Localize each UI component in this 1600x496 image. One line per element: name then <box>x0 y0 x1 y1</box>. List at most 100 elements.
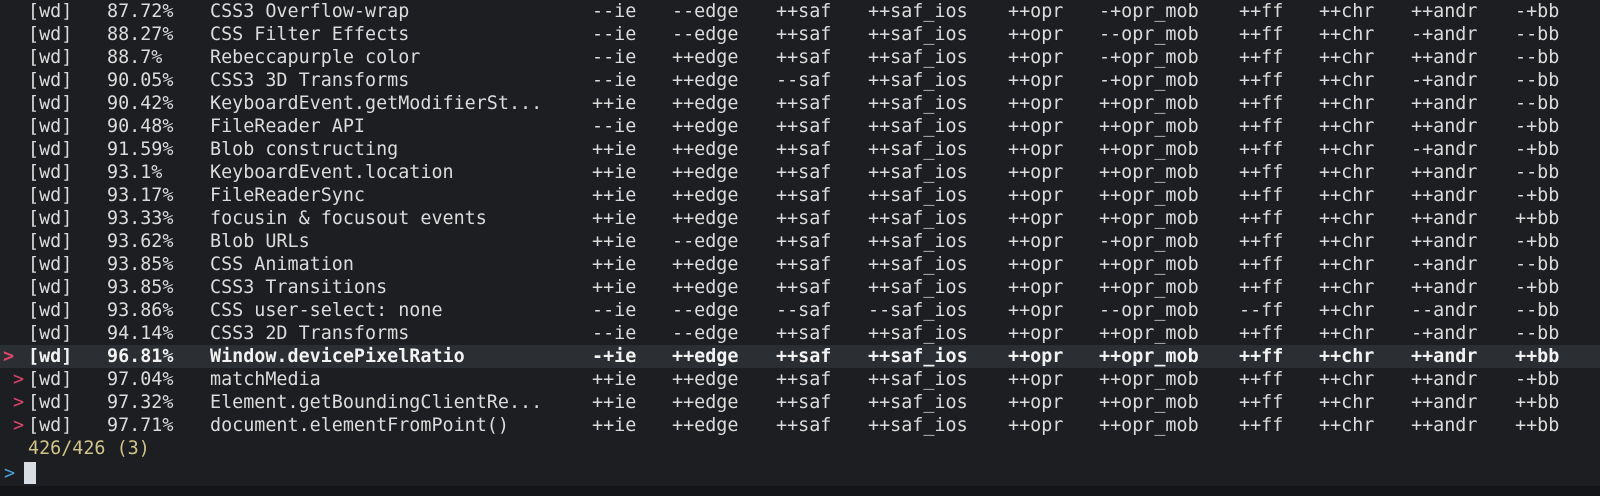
support-android: ++andr <box>1411 277 1478 298</box>
result-row[interactable]: [wd] 90.05% CSS3 3D Transforms --ie ++edge --… <box>0 69 1600 92</box>
support-firefox: ++ff <box>1239 392 1284 413</box>
result-row[interactable]: [wd] 87.72% CSS3 Overflow-wrap --ie --edge ++… <box>0 0 1600 23</box>
support-chrome: ++chr <box>1319 185 1375 206</box>
support-opera: ++opr <box>1008 116 1064 137</box>
support-safari-ios: ++saf_ios <box>868 116 968 137</box>
support-edge: ++edge <box>672 277 739 298</box>
support-opera-mobile: ++opr_mob <box>1099 346 1199 367</box>
result-row[interactable]: [wd] 88.27% CSS Filter Effects --ie --edge ++… <box>0 23 1600 46</box>
support-android: ++andr <box>1411 392 1478 413</box>
row-feature-name: CSS3 2D Transforms <box>210 323 410 344</box>
row-percent: 97.04% <box>107 369 174 390</box>
result-row[interactable]: [wd] 93.17% FileReaderSync ++ie ++edge ++saf +… <box>0 184 1600 207</box>
support-safari: ++saf <box>776 116 832 137</box>
row-percent: 93.1% <box>107 162 163 183</box>
support-opera-mobile: --opr_mob <box>1099 24 1199 45</box>
result-row[interactable]: [wd] 93.62% Blob URLs ++ie --edge ++saf ++saf_… <box>0 230 1600 253</box>
row-feature-name: focusin & focusout events <box>210 208 487 229</box>
support-chrome: ++chr <box>1319 162 1375 183</box>
support-opera-mobile: --opr_mob <box>1099 300 1199 321</box>
support-blackberry: -+bb <box>1515 139 1560 160</box>
support-blackberry: --bb <box>1515 93 1560 114</box>
row-percent: 90.42% <box>107 93 174 114</box>
support-ie: --ie <box>592 70 637 91</box>
support-blackberry: -+bb <box>1515 116 1560 137</box>
support-firefox: ++ff <box>1239 323 1284 344</box>
support-blackberry: -+bb <box>1515 277 1560 298</box>
result-row[interactable]: > [wd] 97.71% document.elementFromPoint() ++… <box>0 414 1600 437</box>
result-row[interactable]: [wd] 93.85% CSS3 Transitions ++ie ++edge ++sa… <box>0 276 1600 299</box>
support-safari-ios: ++saf_ios <box>868 24 968 45</box>
support-firefox: ++ff <box>1239 1 1284 22</box>
result-row[interactable]: [wd] 93.33% focusin & focusout events ++ie +… <box>0 207 1600 230</box>
support-chrome: ++chr <box>1319 70 1375 91</box>
row-percent: 96.81% <box>107 346 174 367</box>
support-opera: ++opr <box>1008 346 1064 367</box>
result-row[interactable]: [wd] 93.85% CSS Animation ++ie ++edge ++saf ++… <box>0 253 1600 276</box>
support-android: -+andr <box>1411 24 1478 45</box>
support-opera: ++opr <box>1008 93 1064 114</box>
result-row[interactable]: [wd] 90.48% FileReader API --ie ++edge ++saf +… <box>0 115 1600 138</box>
result-row[interactable]: [wd] 88.7% Rebeccapurple color --ie ++edge ++… <box>0 46 1600 69</box>
result-row[interactable]: [wd] 93.1% KeyboardEvent.location ++ie ++edg… <box>0 161 1600 184</box>
support-safari-ios: ++saf_ios <box>868 208 968 229</box>
support-android: -+andr <box>1411 139 1478 160</box>
support-safari-ios: ++saf_ios <box>868 1 968 22</box>
support-blackberry: --bb <box>1515 24 1560 45</box>
support-ie: ++ie <box>592 415 637 436</box>
support-chrome: ++chr <box>1319 277 1375 298</box>
support-blackberry: --bb <box>1515 323 1560 344</box>
support-ie: --ie <box>592 116 637 137</box>
support-chrome: ++chr <box>1319 47 1375 68</box>
row-feature-name: FileReader API <box>210 116 366 137</box>
support-android: ++andr <box>1411 47 1478 68</box>
support-opera: ++opr <box>1008 70 1064 91</box>
result-row-current[interactable]: > [wd] 96.81% Window.devicePixelRatio -+ie ++… <box>0 345 1600 368</box>
support-opera: ++opr <box>1008 208 1064 229</box>
support-safari: ++saf <box>776 392 832 413</box>
support-chrome: ++chr <box>1319 300 1375 321</box>
support-edge: ++edge <box>672 392 739 413</box>
support-blackberry: --bb <box>1515 70 1560 91</box>
result-row[interactable]: > [wd] 97.04% matchMedia ++ie ++edge ++saf ++sa… <box>0 368 1600 391</box>
support-ie: --ie <box>592 323 637 344</box>
result-row[interactable]: [wd] 94.14% CSS3 2D Transforms --ie --edge ++… <box>0 322 1600 345</box>
row-percent: 97.71% <box>107 415 174 436</box>
support-opera: ++opr <box>1008 415 1064 436</box>
support-safari: --saf <box>776 70 832 91</box>
support-blackberry: -+bb <box>1515 185 1560 206</box>
support-opera-mobile: ++opr_mob <box>1099 93 1199 114</box>
support-opera-mobile: ++opr_mob <box>1099 208 1199 229</box>
result-row[interactable]: [wd] 90.42% KeyboardEvent.getModifierSt...… <box>0 92 1600 115</box>
result-row[interactable]: [wd] 93.86% CSS user-select: none --ie --edg… <box>0 299 1600 322</box>
support-android: -+andr <box>1411 254 1478 275</box>
support-safari: ++saf <box>776 323 832 344</box>
support-ie: ++ie <box>592 369 637 390</box>
row-tag: [wd] <box>28 162 73 183</box>
row-feature-name: CSS3 Overflow-wrap <box>210 1 410 22</box>
text-cursor[interactable] <box>24 462 36 484</box>
prompt-icon: > <box>4 463 16 484</box>
support-ie: --ie <box>592 300 637 321</box>
support-opera: ++opr <box>1008 1 1064 22</box>
support-chrome: ++chr <box>1319 254 1375 275</box>
support-android: ++andr <box>1411 185 1478 206</box>
support-opera: ++opr <box>1008 392 1064 413</box>
support-firefox: ++ff <box>1239 277 1284 298</box>
row-tag: [wd] <box>28 185 73 206</box>
fzf-terminal: [wd] 87.72% CSS3 Overflow-wrap --ie --edge ++… <box>0 0 1600 496</box>
result-row[interactable]: > [wd] 97.32% Element.getBoundingClientRe..… <box>0 391 1600 414</box>
row-percent: 88.7% <box>107 47 163 68</box>
support-safari-ios: ++saf_ios <box>868 254 968 275</box>
support-ie: ++ie <box>592 162 637 183</box>
search-line[interactable]: > <box>0 461 1600 486</box>
support-safari-ios: ++saf_ios <box>868 231 968 252</box>
support-firefox: ++ff <box>1239 24 1284 45</box>
result-row[interactable]: [wd] 91.59% Blob constructing ++ie ++edge ++s… <box>0 138 1600 161</box>
support-edge: ++edge <box>672 93 739 114</box>
support-blackberry: -+bb <box>1515 231 1560 252</box>
row-percent: 93.17% <box>107 185 174 206</box>
support-edge: ++edge <box>672 346 739 367</box>
support-android: ++andr <box>1411 346 1478 367</box>
support-blackberry: ++bb <box>1515 346 1560 367</box>
